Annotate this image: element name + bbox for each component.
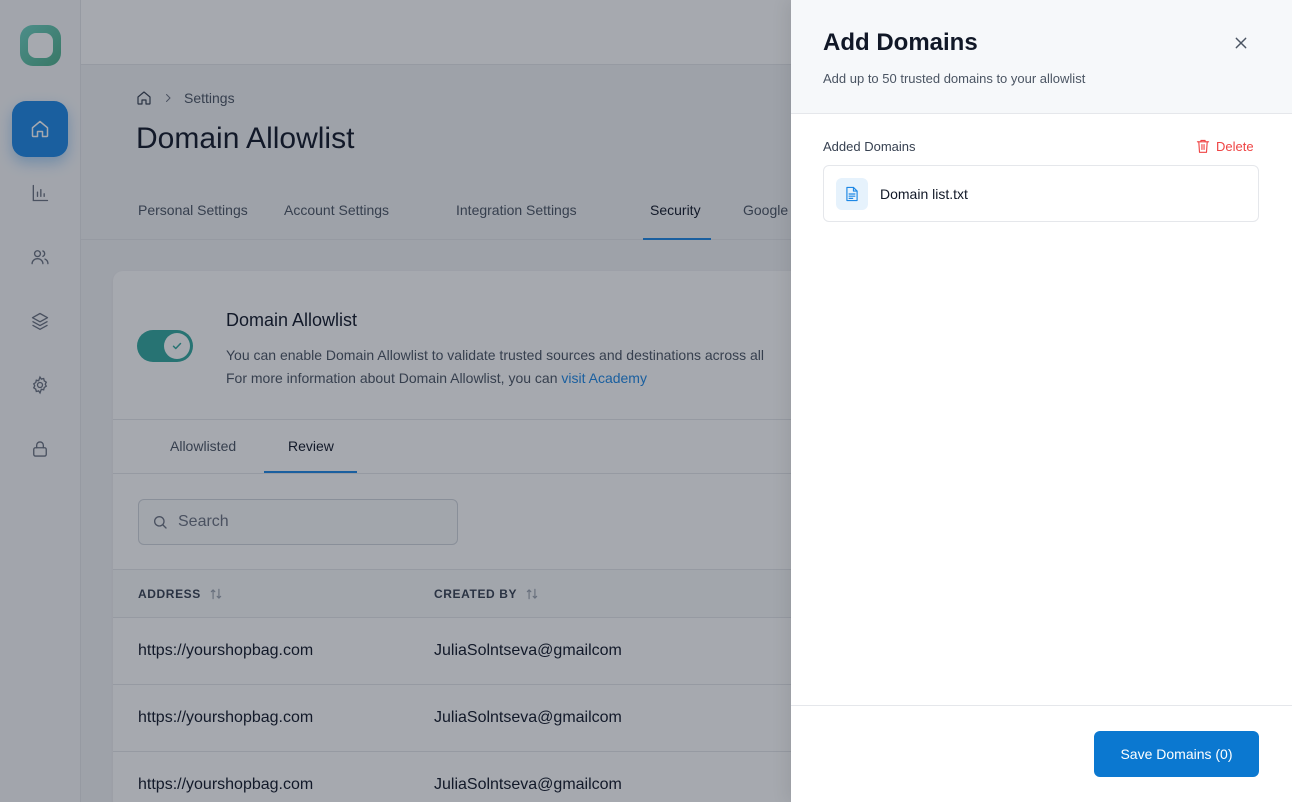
document-icon	[846, 186, 858, 201]
drawer-subtitle: Add up to 50 trusted domains to your all…	[823, 71, 1086, 86]
delete-label: Delete	[1216, 138, 1254, 154]
close-icon	[1235, 37, 1247, 49]
save-domains-button[interactable]: Save Domains (0)	[1094, 731, 1259, 777]
delete-button[interactable]: Delete	[1196, 138, 1254, 154]
add-domains-drawer: Add Domains Add up to 50 trusted domains…	[791, 0, 1292, 802]
added-domains-label: Added Domains	[823, 139, 916, 154]
domain-file-item[interactable]: Domain list.txt	[823, 165, 1259, 222]
drawer-footer: Save Domains (0)	[791, 705, 1292, 802]
file-icon-badge	[836, 177, 868, 210]
close-button[interactable]	[1229, 31, 1253, 55]
file-name: Domain list.txt	[880, 185, 968, 202]
drawer-title: Add Domains	[823, 29, 978, 56]
drawer-header: Add Domains Add up to 50 trusted domains…	[791, 0, 1292, 114]
trash-icon	[1196, 139, 1210, 153]
